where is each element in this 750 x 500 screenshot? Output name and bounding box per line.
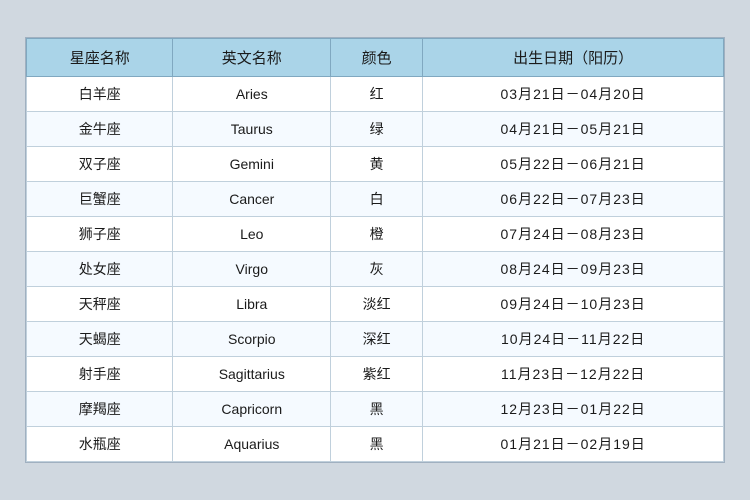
cell-english-name: Cancer	[173, 182, 331, 217]
table-row: 摩羯座Capricorn黑12月23日－01月22日	[27, 392, 724, 427]
cell-chinese-name: 水瓶座	[27, 427, 173, 462]
cell-color: 红	[331, 77, 423, 112]
cell-chinese-name: 狮子座	[27, 217, 173, 252]
cell-english-name: Leo	[173, 217, 331, 252]
cell-color: 灰	[331, 252, 423, 287]
cell-color: 黑	[331, 392, 423, 427]
cell-color: 紫红	[331, 357, 423, 392]
table-row: 水瓶座Aquarius黑01月21日－02月19日	[27, 427, 724, 462]
table-row: 双子座Gemini黄05月22日－06月21日	[27, 147, 724, 182]
cell-chinese-name: 双子座	[27, 147, 173, 182]
col-header-chinese: 星座名称	[27, 39, 173, 77]
cell-chinese-name: 天秤座	[27, 287, 173, 322]
table-row: 白羊座Aries红03月21日－04月20日	[27, 77, 724, 112]
table-row: 狮子座Leo橙07月24日－08月23日	[27, 217, 724, 252]
table-header-row: 星座名称 英文名称 颜色 出生日期（阳历）	[27, 39, 724, 77]
cell-date: 05月22日－06月21日	[423, 147, 724, 182]
cell-english-name: Sagittarius	[173, 357, 331, 392]
cell-english-name: Capricorn	[173, 392, 331, 427]
cell-color: 绿	[331, 112, 423, 147]
table-row: 天秤座Libra淡红09月24日－10月23日	[27, 287, 724, 322]
cell-color: 白	[331, 182, 423, 217]
cell-color: 黄	[331, 147, 423, 182]
cell-date: 11月23日－12月22日	[423, 357, 724, 392]
cell-chinese-name: 射手座	[27, 357, 173, 392]
zodiac-table-container: 星座名称 英文名称 颜色 出生日期（阳历） 白羊座Aries红03月21日－04…	[25, 37, 725, 463]
cell-date: 04月21日－05月21日	[423, 112, 724, 147]
cell-date: 12月23日－01月22日	[423, 392, 724, 427]
cell-chinese-name: 白羊座	[27, 77, 173, 112]
cell-date: 03月21日－04月20日	[423, 77, 724, 112]
cell-english-name: Taurus	[173, 112, 331, 147]
cell-chinese-name: 摩羯座	[27, 392, 173, 427]
cell-chinese-name: 处女座	[27, 252, 173, 287]
table-row: 天蝎座Scorpio深红10月24日－11月22日	[27, 322, 724, 357]
col-header-color: 颜色	[331, 39, 423, 77]
cell-color: 深红	[331, 322, 423, 357]
cell-color: 橙	[331, 217, 423, 252]
cell-date: 08月24日－09月23日	[423, 252, 724, 287]
cell-date: 06月22日－07月23日	[423, 182, 724, 217]
zodiac-table: 星座名称 英文名称 颜色 出生日期（阳历） 白羊座Aries红03月21日－04…	[26, 38, 724, 462]
cell-english-name: Libra	[173, 287, 331, 322]
table-body: 白羊座Aries红03月21日－04月20日金牛座Taurus绿04月21日－0…	[27, 77, 724, 462]
cell-english-name: Aquarius	[173, 427, 331, 462]
cell-english-name: Virgo	[173, 252, 331, 287]
cell-chinese-name: 巨蟹座	[27, 182, 173, 217]
cell-chinese-name: 金牛座	[27, 112, 173, 147]
cell-chinese-name: 天蝎座	[27, 322, 173, 357]
cell-english-name: Scorpio	[173, 322, 331, 357]
table-row: 巨蟹座Cancer白06月22日－07月23日	[27, 182, 724, 217]
table-row: 金牛座Taurus绿04月21日－05月21日	[27, 112, 724, 147]
cell-date: 10月24日－11月22日	[423, 322, 724, 357]
cell-color: 黑	[331, 427, 423, 462]
cell-color: 淡红	[331, 287, 423, 322]
table-row: 处女座Virgo灰08月24日－09月23日	[27, 252, 724, 287]
col-header-english: 英文名称	[173, 39, 331, 77]
cell-date: 01月21日－02月19日	[423, 427, 724, 462]
col-header-date: 出生日期（阳历）	[423, 39, 724, 77]
table-row: 射手座Sagittarius紫红11月23日－12月22日	[27, 357, 724, 392]
cell-date: 07月24日－08月23日	[423, 217, 724, 252]
cell-date: 09月24日－10月23日	[423, 287, 724, 322]
cell-english-name: Gemini	[173, 147, 331, 182]
cell-english-name: Aries	[173, 77, 331, 112]
